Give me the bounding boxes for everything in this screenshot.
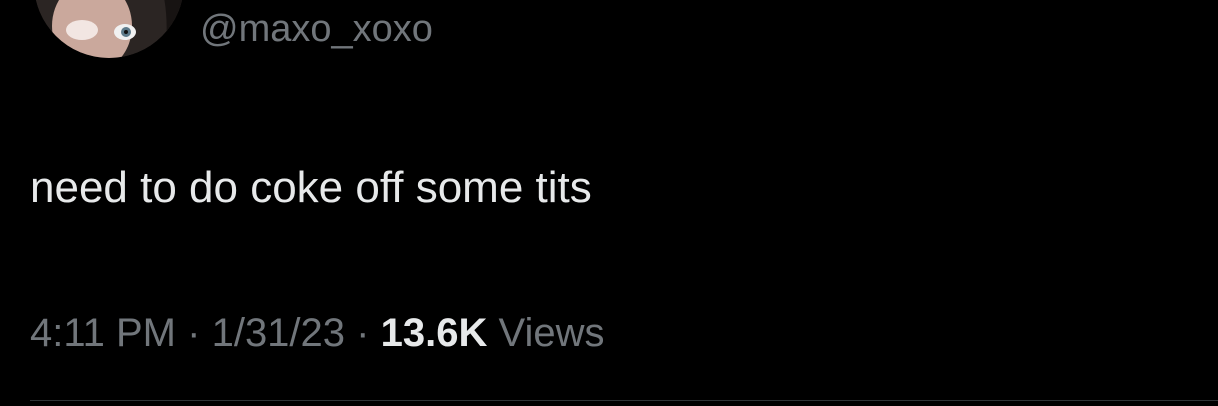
tweet-date[interactable]: 1/31/23 — [212, 311, 345, 355]
meta-separator: · — [356, 311, 370, 355]
avatar[interactable] — [34, 0, 184, 58]
views-label[interactable]: Views — [499, 311, 605, 355]
divider — [30, 400, 1218, 401]
tweet-time[interactable]: 4:11 PM — [30, 311, 176, 355]
views-count[interactable]: 13.6K — [381, 311, 488, 355]
tweet-text: need to do coke off some tits — [30, 163, 592, 212]
user-handle[interactable]: @maxo_xoxo — [200, 4, 433, 54]
tweet-meta: 4:11 PM · 1/31/23 · 13.6K Views — [30, 306, 604, 360]
avatar-photo — [34, 0, 184, 58]
meta-separator: · — [187, 311, 201, 355]
